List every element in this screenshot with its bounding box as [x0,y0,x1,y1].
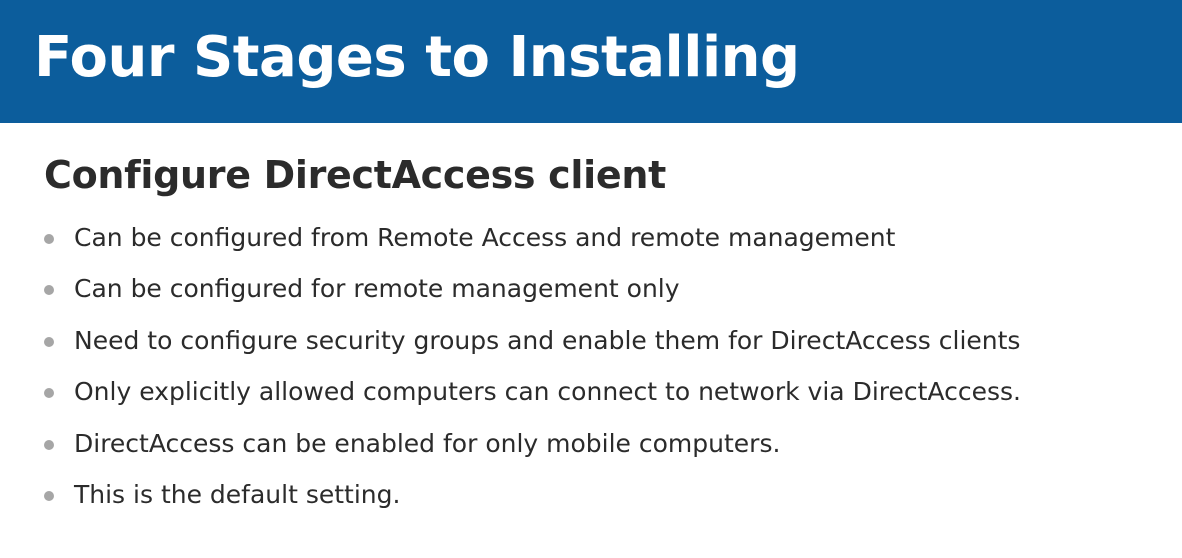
bullet-dot-icon [44,336,54,347]
bullet-item: Only explicitly allowed computers can co… [44,369,1021,420]
bullet-dot-icon [44,490,54,501]
bullet-list: Can be configured from Remote Access and… [44,215,1021,523]
bullet-text: Can be configured from Remote Access and… [74,223,896,252]
bullet-text: Can be configured for remote management … [74,274,680,304]
title-bar: Four Stages to Installing [0,0,1182,123]
bullet-dot-icon [44,439,54,450]
bullet-text: DirectAccess can be enabled for only mob… [74,428,781,458]
bullet-item: This is the default setting. [44,472,1021,523]
bullet-text: Need to configure security groups and en… [74,325,1021,355]
bullet-item: Can be configured for remote management … [44,266,1021,317]
slide-subtitle: Configure DirectAccess client [44,153,666,197]
slide-title: Four Stages to Installing [34,25,800,90]
bullet-dot-icon [44,285,54,296]
bullet-item: DirectAccess can be enabled for only mob… [44,421,1021,472]
bullet-dot-icon [44,388,54,399]
bullet-item: Need to configure security groups and en… [44,318,1021,369]
slide: Four Stages to Installing Configure Dire… [0,0,1182,558]
bullet-dot-icon [44,234,54,244]
bullet-text: Only explicitly allowed computers can co… [74,377,1021,407]
bullet-item: Can be configured from Remote Access and… [44,215,1021,266]
bullet-text: This is the default setting. [74,479,401,509]
